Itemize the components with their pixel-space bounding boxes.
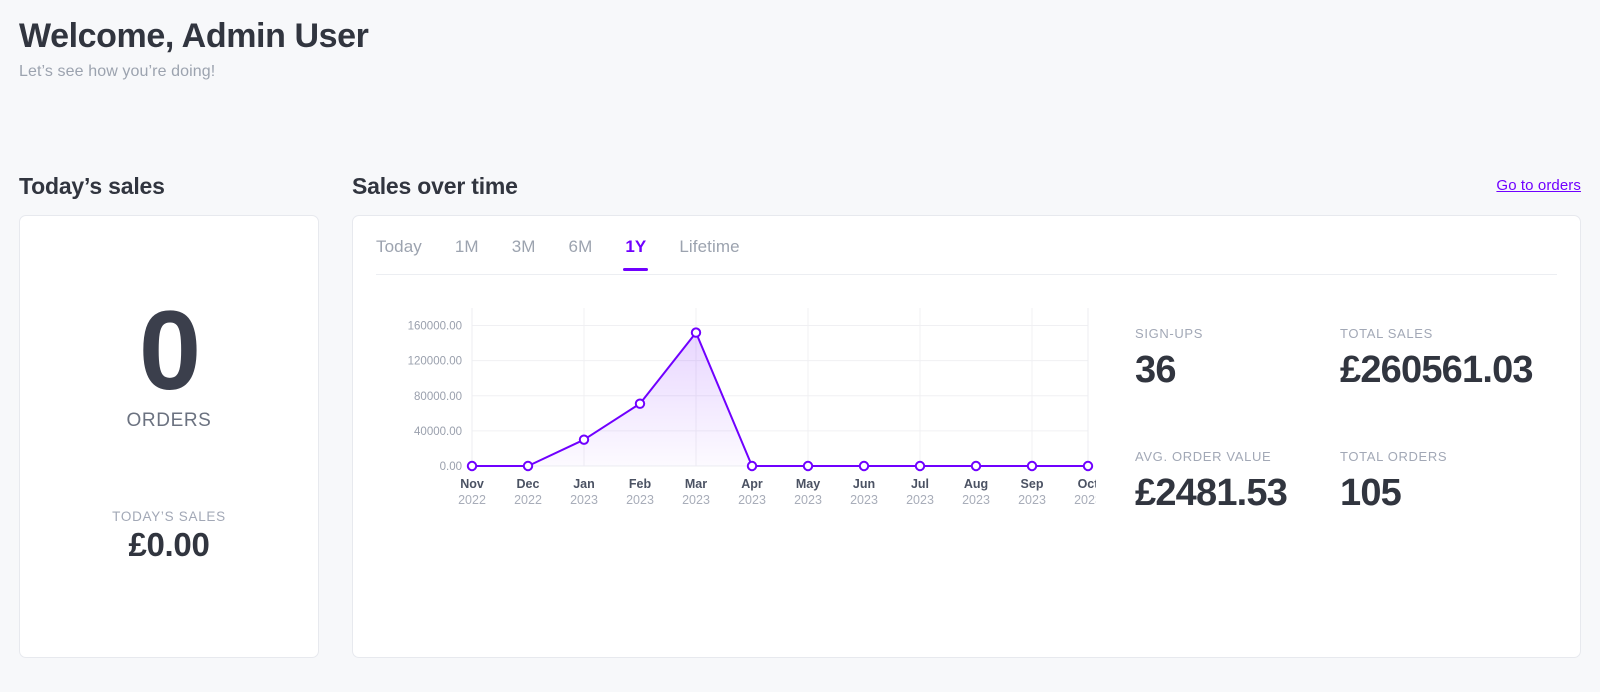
- stat-value: £260561.03: [1340, 349, 1534, 391]
- stat-sign-ups: SIGN-UPS 36: [1135, 326, 1340, 393]
- stat-label: TOTAL ORDERS: [1340, 449, 1448, 464]
- x-axis-tick-year: 2023: [850, 493, 878, 507]
- data-point-marker[interactable]: [522, 460, 534, 472]
- page-header: Welcome, Admin User Let’s see how you’re…: [19, 14, 369, 84]
- stat-label: AVG. ORDER VALUE: [1135, 449, 1272, 464]
- tab-3m[interactable]: 3M: [512, 237, 536, 271]
- orders-count-label: ORDERS: [126, 410, 212, 431]
- y-axis-tick-label: 80000.00: [414, 391, 462, 403]
- x-axis-tick-year: 2023: [626, 493, 654, 507]
- y-axis-tick-label: 40000.00: [414, 426, 462, 438]
- x-axis-tick-year: 2023: [1074, 493, 1096, 507]
- stat-label: TOTAL SALES: [1340, 326, 1433, 341]
- tab-6m[interactable]: 6M: [569, 237, 593, 271]
- x-axis-tick-month: Aug: [964, 477, 988, 491]
- x-axis-tick-month: Apr: [741, 477, 763, 491]
- stats-row-top: SIGN-UPS 36 TOTAL SALES £260561.03: [1135, 326, 1565, 393]
- time-range-tabs: Today 1M 3M 6M 1Y Lifetime: [376, 237, 773, 271]
- data-point-marker[interactable]: [858, 460, 870, 472]
- x-axis-tick-month: Nov: [460, 477, 484, 491]
- x-axis-tick-year: 2022: [514, 493, 542, 507]
- x-axis-tick-year: 2023: [794, 493, 822, 507]
- x-axis-tick-year: 2023: [682, 493, 710, 507]
- x-axis-tick-month: Sep: [1021, 477, 1044, 491]
- stat-total-orders: TOTAL ORDERS 105: [1340, 449, 1545, 516]
- y-axis-tick-label: 120000.00: [408, 356, 462, 368]
- x-axis-tick-year: 2023: [1018, 493, 1046, 507]
- x-axis-tick-year: 2023: [570, 493, 598, 507]
- stats-row-bottom: AVG. ORDER VALUE £2481.53 TOTAL ORDERS 1…: [1135, 449, 1565, 516]
- tab-1y[interactable]: 1Y: [623, 237, 649, 271]
- dashboard-page: Welcome, Admin User Let’s see how you’re…: [0, 0, 1600, 692]
- x-axis-tick-month: Jul: [911, 477, 929, 491]
- y-axis-tick-label: 160000.00: [408, 321, 462, 333]
- series-line: [471, 331, 1089, 467]
- stat-value: £2481.53: [1135, 472, 1288, 514]
- data-point-marker[interactable]: [1082, 460, 1094, 472]
- tab-lifetime[interactable]: Lifetime: [679, 237, 739, 271]
- todays-sales-card: 0 ORDERS TODAY’S SALES £0.00: [19, 215, 319, 658]
- stat-total-sales: TOTAL SALES £260561.03: [1340, 326, 1545, 393]
- stat-value: 36: [1135, 349, 1176, 391]
- summary-stats: SIGN-UPS 36 TOTAL SALES £260561.03 AVG. …: [1135, 326, 1565, 516]
- page-subtitle: Let’s see how you’re doing!: [19, 63, 216, 80]
- data-point-marker[interactable]: [690, 327, 702, 338]
- sales-chart-svg: 0.00 40000.00 80000.00 120000.00 160000.00 No…: [408, 308, 1096, 507]
- sales-over-time-card: Today 1M 3M 6M 1Y Lifetime 0.00 40000.00 80000.…: [352, 215, 1581, 658]
- data-point-marker[interactable]: [970, 460, 982, 472]
- data-point-marker[interactable]: [802, 460, 814, 472]
- todays-sales-amount-label: TODAY’S SALES: [112, 509, 226, 524]
- todays-sales-amount-value: £0.00: [128, 526, 210, 563]
- series-area-fill: [472, 332, 1088, 466]
- orders-count-value: 0: [138, 288, 201, 413]
- data-point-marker[interactable]: [578, 434, 590, 445]
- tab-1m[interactable]: 1M: [455, 237, 479, 271]
- data-point-marker[interactable]: [634, 398, 646, 409]
- x-axis-tick-year: 2023: [906, 493, 934, 507]
- data-point-marker[interactable]: [914, 460, 926, 472]
- sales-over-time-heading: Sales over time: [352, 173, 518, 199]
- tabs-divider: [376, 274, 1557, 275]
- x-axis-tick-year: 2023: [962, 493, 990, 507]
- stat-avg-order-value: AVG. ORDER VALUE £2481.53: [1135, 449, 1340, 516]
- x-axis-tick-year: 2022: [458, 493, 486, 507]
- data-point-marker[interactable]: [1026, 460, 1038, 472]
- x-axis-tick-month: Jan: [573, 477, 595, 491]
- x-axis-tick-month: Feb: [629, 477, 652, 491]
- page-title: Welcome, Admin User: [19, 17, 369, 55]
- x-axis-tick-month: Dec: [517, 477, 540, 491]
- go-to-orders-link[interactable]: Go to orders: [1496, 177, 1581, 194]
- tab-today[interactable]: Today: [376, 237, 422, 271]
- data-point-marker[interactable]: [746, 460, 758, 472]
- data-point-marker[interactable]: [466, 460, 478, 472]
- todays-sales-heading: Today’s sales: [19, 173, 165, 199]
- x-axis-tick-month: Mar: [685, 477, 707, 491]
- x-axis-tick-month: Jun: [853, 477, 875, 491]
- x-axis-tick-month: May: [796, 477, 820, 491]
- stat-label: SIGN-UPS: [1135, 326, 1204, 341]
- stat-value: 105: [1340, 472, 1402, 514]
- x-axis-tick-year: 2023: [738, 493, 766, 507]
- y-axis-tick-label: 0.00: [440, 461, 462, 473]
- x-axis-tick-month: Oct: [1078, 477, 1096, 491]
